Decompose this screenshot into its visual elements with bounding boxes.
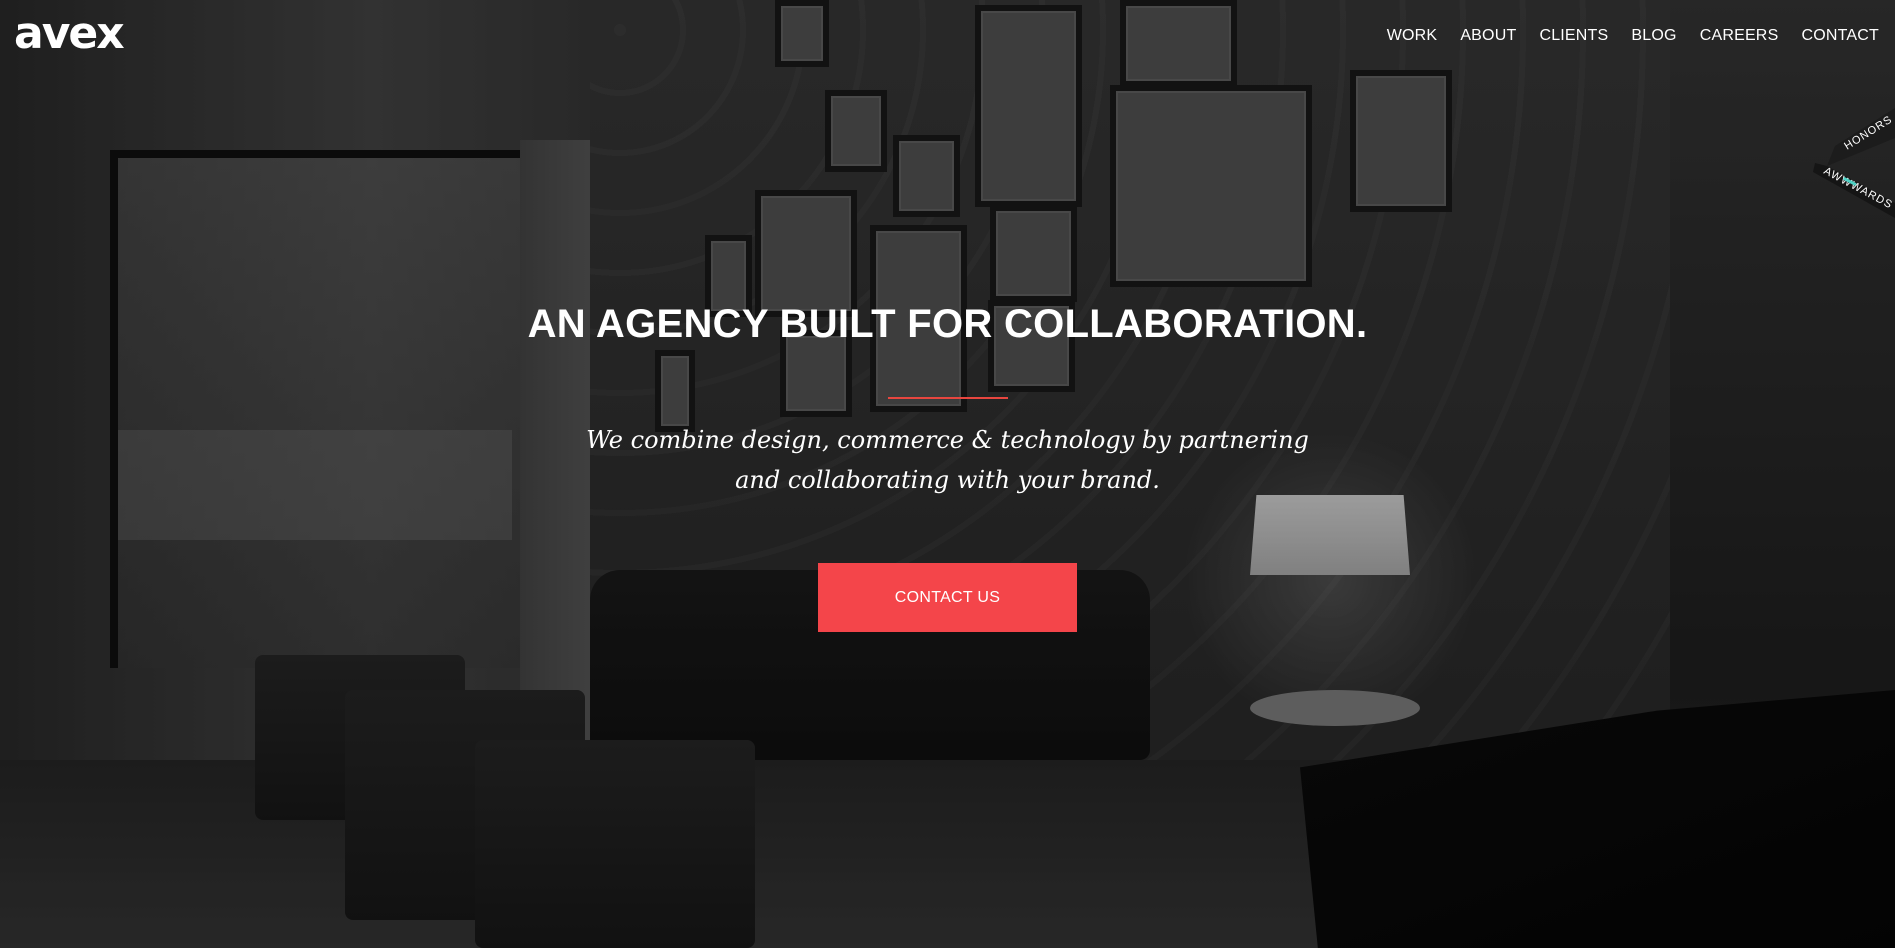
tagline-line-2: and collaborating with your brand.	[735, 466, 1160, 494]
nav-item-careers[interactable]: CAREERS	[1700, 27, 1779, 45]
nav-item-work[interactable]: WORK	[1387, 27, 1438, 45]
nav-item-about[interactable]: ABOUT	[1460, 27, 1516, 45]
nav-item-clients[interactable]: CLIENTS	[1539, 27, 1608, 45]
hero-tagline: We combine design, commerce & technology…	[0, 420, 1895, 500]
hero-section: avex WORK ABOUT CLIENTS BLOG CAREERS CON…	[0, 0, 1895, 948]
hero-headline: AN AGENCY BUILT FOR COLLABORATION.	[527, 302, 1368, 346]
headline-divider	[888, 397, 1008, 399]
awwwards-honors-badge[interactable]: HONORS AWWWARDS	[1805, 108, 1895, 218]
brand-logo[interactable]: avex	[14, 8, 125, 59]
tagline-line-1: We combine design, commerce & technology…	[586, 426, 1309, 454]
awards-bottom-text: AWWWARDS	[1822, 165, 1895, 211]
nav-item-contact[interactable]: CONTACT	[1801, 27, 1879, 45]
main-nav: WORK ABOUT CLIENTS BLOG CAREERS CONTACT	[1364, 27, 1879, 45]
nav-item-blog[interactable]: BLOG	[1631, 27, 1676, 45]
contact-us-button[interactable]: CONTACT US	[818, 563, 1077, 632]
